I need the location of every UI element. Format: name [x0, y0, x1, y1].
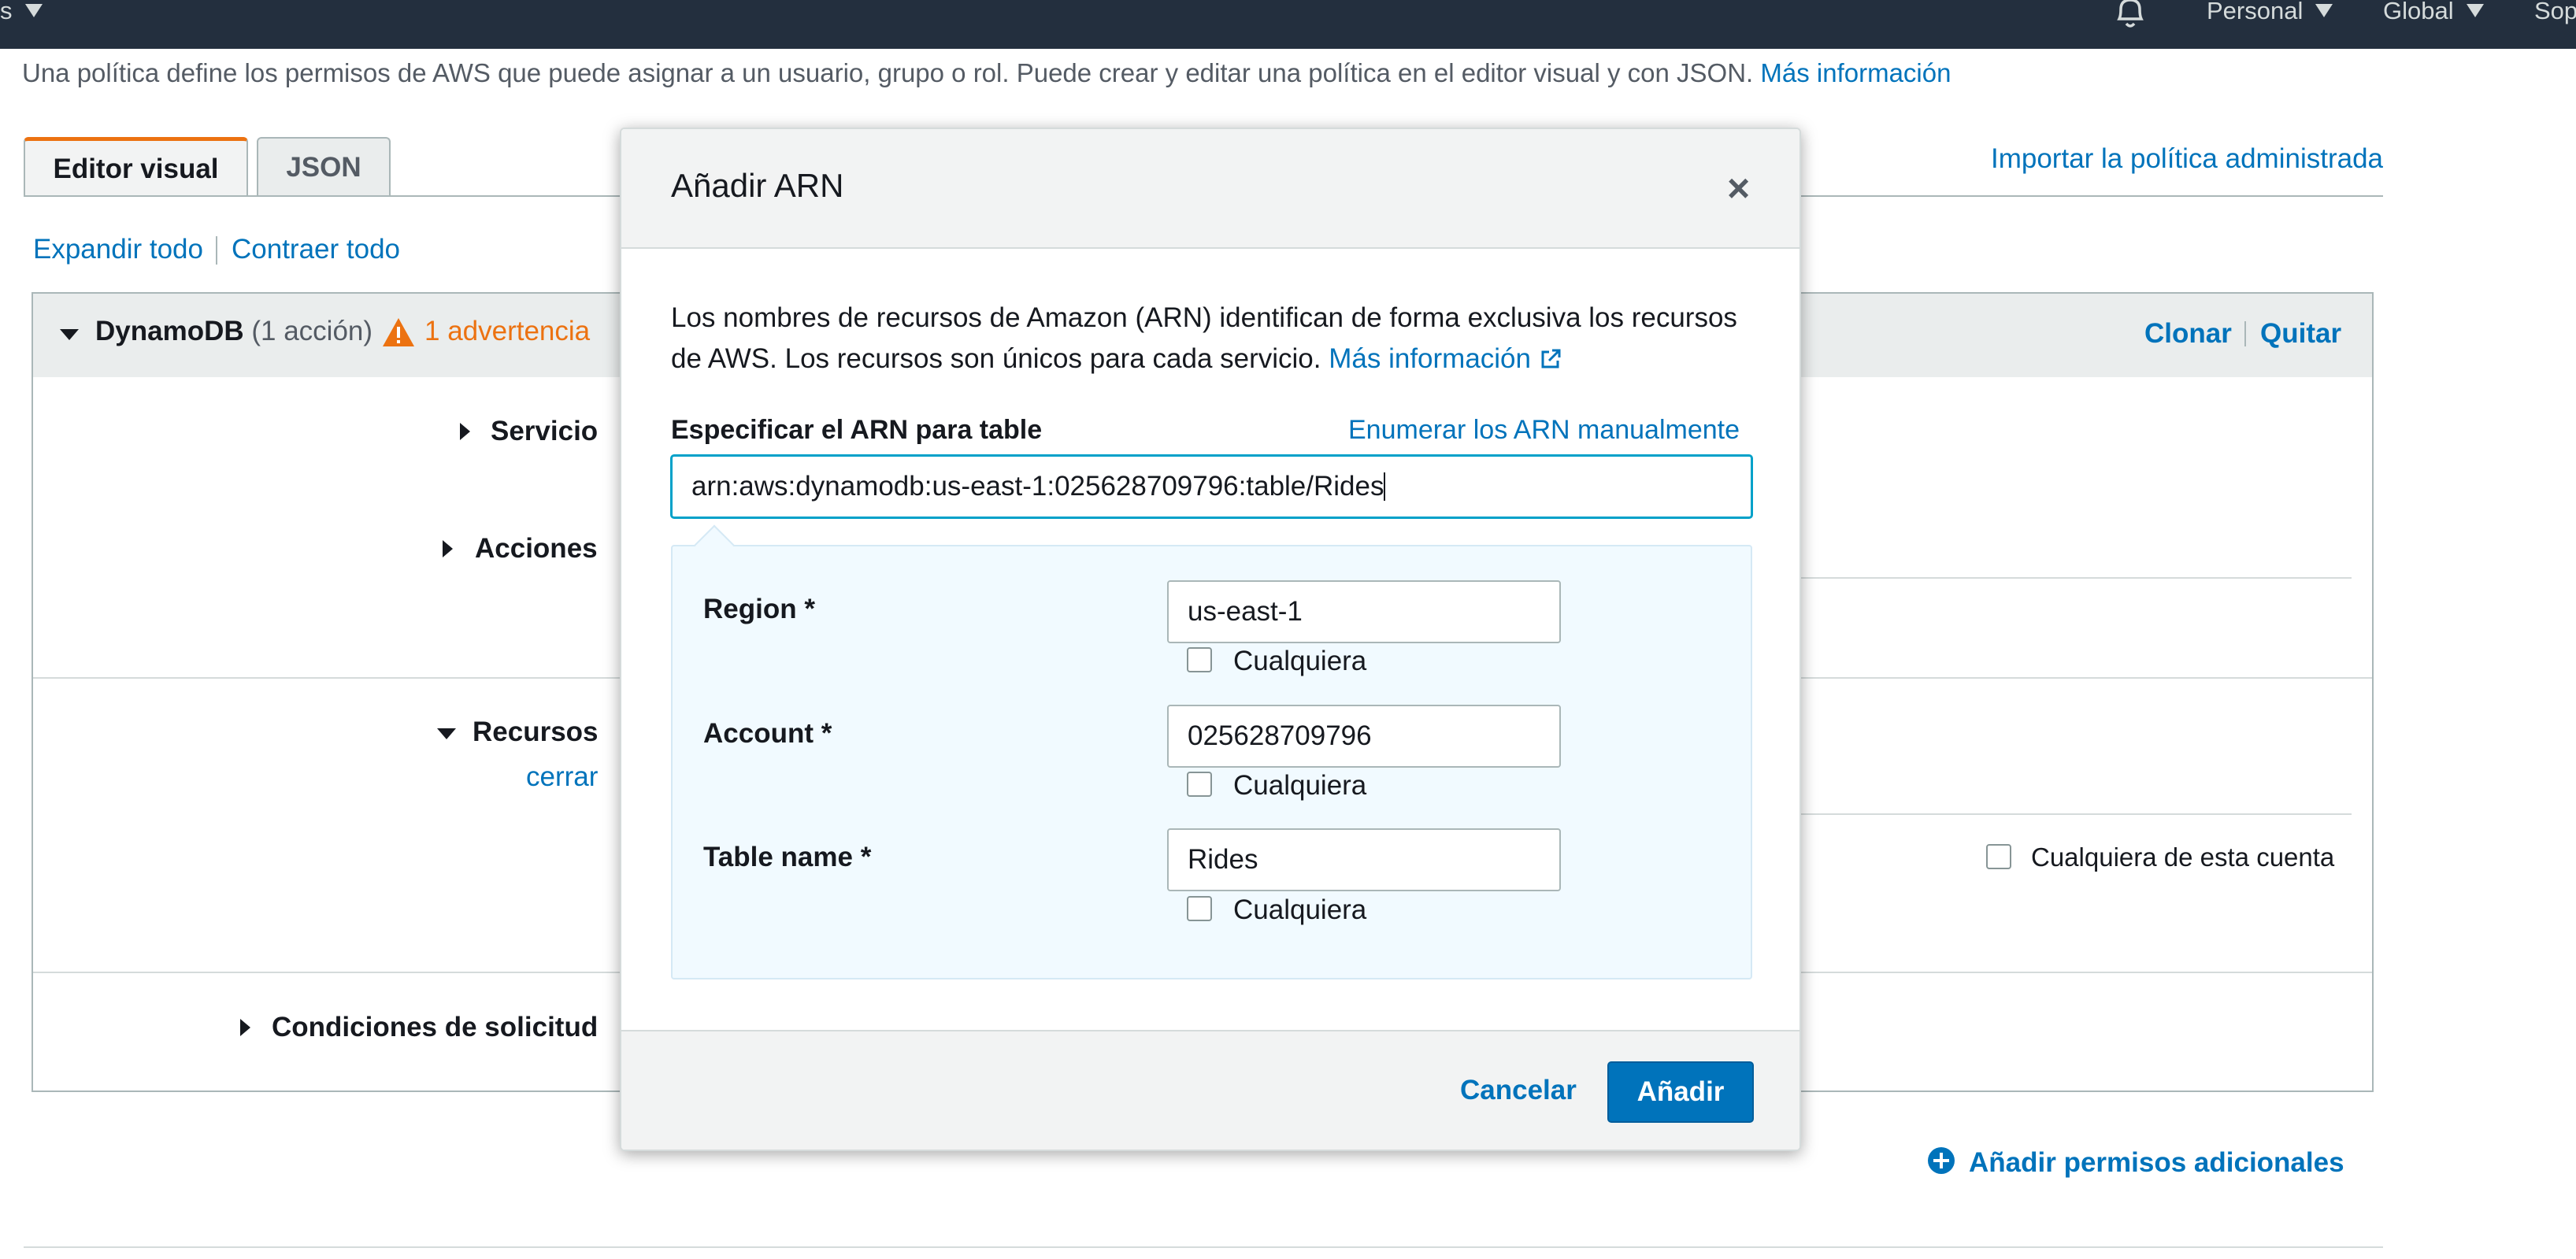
caret-down-icon[interactable] [437, 728, 456, 739]
account-any-label: Cualquiera [1233, 770, 1367, 801]
dialog-description-text: Los nombres de recursos de Amazon (ARN) … [671, 302, 1737, 374]
dialog-more-info-label: Más información [1329, 343, 1531, 374]
support-menu[interactable]: Sop [2534, 0, 2576, 25]
add-arn-dialog: Añadir ARN × Los nombres de recursos de … [620, 128, 1801, 1151]
external-link-icon [1541, 349, 1561, 368]
arn-input[interactable]: arn:aws:dynamodb:us-east-1:025628709796:… [671, 455, 1752, 518]
region-menu-label: Global [2383, 0, 2454, 24]
add-permissions-link[interactable]: Añadir permisos adicionales [1969, 1147, 2344, 1179]
caret-right-icon[interactable] [240, 1019, 250, 1036]
account-menu-label: Personal [2207, 0, 2304, 24]
conditions-row-label[interactable]: Condiciones de solicitud [272, 1012, 598, 1043]
tab-visual-editor[interactable]: Editor visual [24, 137, 248, 197]
any-in-account-label: Cualquiera de esta cuenta [2031, 842, 2335, 872]
dialog-description: Los nombres de recursos de Amazon (ARN) … [671, 298, 1758, 380]
any-in-account-checkbox[interactable] [1986, 844, 2011, 869]
account-field-label: Account * [703, 718, 832, 749]
link-separator [216, 236, 217, 265]
text-cursor [1384, 472, 1386, 501]
plus-circle-icon[interactable] [1927, 1146, 1955, 1175]
services-menu-label: s [0, 0, 13, 24]
close-icon[interactable]: × [1727, 165, 1750, 211]
caret-down-icon[interactable] [60, 329, 79, 340]
region-menu[interactable]: Global [2383, 0, 2484, 25]
close-resources-link[interactable]: cerrar [526, 761, 598, 793]
bell-icon[interactable] [2113, 0, 2148, 31]
service-heading[interactable]: DynamoDB (1 acción) [95, 316, 373, 347]
add-button[interactable]: Añadir [1607, 1061, 1754, 1123]
account-input[interactable]: 025628709796 [1167, 705, 1561, 768]
warning-count[interactable]: 1 advertencia [424, 316, 590, 347]
tab-json[interactable]: JSON [257, 137, 391, 197]
intro-more-info-link[interactable]: Más información [1760, 58, 1951, 87]
top-nav-bar: s Personal Global Sop [0, 0, 2576, 49]
service-row-label[interactable]: Servicio [491, 416, 598, 447]
table-name-any-label: Cualquiera [1233, 894, 1367, 925]
account-menu[interactable]: Personal [2207, 0, 2333, 25]
resources-row-label[interactable]: Recursos [473, 717, 599, 748]
support-menu-label: Sop [2534, 0, 2576, 24]
dialog-title: Añadir ARN [671, 167, 844, 204]
service-name: DynamoDB [95, 316, 244, 346]
region-any-checkbox[interactable] [1187, 647, 1212, 672]
table-name-field-label: Table name * [703, 842, 872, 872]
caret-right-icon[interactable] [443, 540, 453, 557]
region-input[interactable]: us-east-1 [1167, 580, 1561, 643]
cancel-button[interactable]: Cancelar [1460, 1075, 1577, 1106]
policy-intro-text: Una política define los permisos de AWS … [22, 58, 1754, 87]
account-any-checkbox[interactable] [1187, 772, 1212, 797]
specify-arn-label: Especificar el ARN para table [671, 415, 1043, 445]
dialog-footer: Cancelar Añadir [621, 1030, 1799, 1150]
region-any-label: Cualquiera [1233, 646, 1367, 676]
chevron-down-icon [2315, 4, 2333, 17]
actions-row-label[interactable]: Acciones [475, 533, 598, 565]
table-name-any-checkbox[interactable] [1187, 896, 1212, 921]
table-name-input[interactable]: Rides [1167, 828, 1561, 891]
bottom-divider [24, 1246, 2383, 1248]
list-arn-manually-link[interactable]: Enumerar los ARN manualmente [1348, 415, 1740, 446]
dialog-more-info-link[interactable]: Más información [1329, 343, 1562, 374]
import-managed-policy-link[interactable]: Importar la política administrada [1991, 143, 2383, 175]
arn-input-value: arn:aws:dynamodb:us-east-1:025628709796:… [691, 471, 1384, 502]
caret-right-icon[interactable] [460, 423, 470, 440]
policy-intro: Una política define los permisos de AWS … [22, 58, 1951, 88]
actions-count: (1 acción) [251, 316, 373, 346]
services-menu[interactable]: s [0, 0, 43, 25]
expand-all-link[interactable]: Expandir todo [33, 234, 203, 265]
actions-row-divider [1800, 577, 2352, 579]
clone-link[interactable]: Clonar [2144, 318, 2232, 350]
collapse-all-link[interactable]: Contraer todo [232, 234, 400, 265]
chevron-down-icon [2466, 4, 2484, 17]
remove-link[interactable]: Quitar [2260, 318, 2341, 350]
dialog-header: Añadir ARN × [621, 129, 1799, 249]
chevron-down-icon [24, 4, 43, 17]
warning-icon [383, 318, 414, 346]
resources-divider [1800, 813, 2352, 815]
region-field-label: Region * [703, 594, 815, 624]
header-separator [2244, 321, 2246, 346]
